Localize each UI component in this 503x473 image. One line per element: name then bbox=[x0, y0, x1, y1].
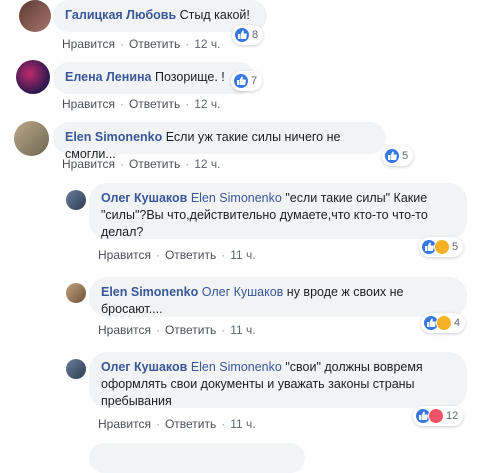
comment-actions: Нравится · Ответить · 12 ч. bbox=[62, 157, 221, 171]
timestamp[interactable]: 12 ч. bbox=[194, 37, 220, 51]
comment-text: Стыд какой! bbox=[179, 8, 250, 22]
reply-link[interactable]: Ответить bbox=[165, 323, 216, 337]
comment-author[interactable]: Elen Simonenko bbox=[65, 130, 162, 144]
reaction-number: 5 bbox=[452, 241, 459, 253]
reaction-count[interactable]: 8 bbox=[232, 25, 264, 45]
comment-actions: Нравится · Ответить · 11 ч. bbox=[98, 323, 256, 337]
love-reaction-icon bbox=[428, 408, 444, 424]
reaction-number: 8 bbox=[252, 29, 259, 41]
comment-bubble: Олег Кушаков Elen Simonenko "если такие … bbox=[89, 183, 467, 239]
like-link[interactable]: Нравится bbox=[62, 37, 115, 51]
like-link[interactable]: Нравится bbox=[98, 323, 151, 337]
like-link[interactable]: Нравится bbox=[62, 157, 115, 171]
reaction-number: 7 bbox=[251, 75, 258, 87]
reaction-count[interactable]: 12 bbox=[413, 406, 464, 426]
reaction-number: 4 bbox=[454, 317, 461, 329]
avatar[interactable] bbox=[66, 283, 86, 303]
comment-bubble-partial bbox=[89, 443, 305, 473]
haha-reaction-icon bbox=[436, 315, 452, 331]
reaction-count[interactable]: 7 bbox=[231, 71, 263, 91]
comment-author[interactable]: Олег Кушаков bbox=[101, 360, 187, 374]
reaction-count[interactable]: 5 bbox=[382, 146, 414, 166]
comment-actions: Нравится · Ответить · 11 ч. bbox=[98, 248, 256, 262]
avatar[interactable] bbox=[66, 359, 86, 379]
comment-text: Позорище. ! bbox=[154, 70, 225, 84]
comment-actions: Нравится · Ответить · 12 ч. bbox=[62, 97, 221, 111]
comment-bubble: Елена Ленина Позорище. ! bbox=[53, 62, 255, 94]
comment-author[interactable]: Елена Ленина bbox=[65, 70, 152, 84]
comment-author[interactable]: Олег Кушаков bbox=[101, 191, 187, 205]
avatar[interactable] bbox=[66, 190, 86, 210]
mention-link[interactable]: Elen Simonenko bbox=[191, 191, 282, 205]
reply-link[interactable]: Ответить bbox=[129, 157, 180, 171]
reply-link[interactable]: Ответить bbox=[129, 97, 180, 111]
timestamp[interactable]: 11 ч. bbox=[230, 323, 255, 337]
timestamp[interactable]: 11 ч. bbox=[230, 248, 255, 262]
comment-bubble: Elen Simonenko Если уж такие силы ничего… bbox=[53, 122, 386, 161]
mention-link[interactable]: Elen Simonenko bbox=[191, 360, 282, 374]
like-reaction-icon bbox=[234, 27, 250, 43]
comment-author[interactable]: Галицкая Любовь bbox=[65, 8, 176, 22]
reply-link[interactable]: Ответить bbox=[165, 417, 216, 431]
like-link[interactable]: Нравится bbox=[98, 417, 151, 431]
reaction-count[interactable]: 4 bbox=[421, 313, 466, 333]
avatar[interactable] bbox=[19, 0, 51, 32]
comment-bubble: Олег Кушаков Elen Simonenko "свои" должн… bbox=[89, 352, 467, 408]
timestamp[interactable]: 11 ч. bbox=[230, 417, 255, 431]
timestamp[interactable]: 12 ч. bbox=[194, 157, 220, 171]
reaction-number: 12 bbox=[446, 410, 459, 422]
timestamp[interactable]: 12 ч. bbox=[194, 97, 220, 111]
comment-author[interactable]: Elen Simonenko bbox=[101, 285, 198, 299]
wow-reaction-icon bbox=[434, 239, 450, 255]
comment-bubble: Elen Simonenko Олег Кушаков ну вроде ж с… bbox=[89, 277, 467, 317]
reaction-count[interactable]: 5 bbox=[419, 237, 464, 257]
avatar[interactable] bbox=[14, 121, 49, 156]
like-link[interactable]: Нравится bbox=[98, 248, 151, 262]
avatar[interactable] bbox=[16, 60, 50, 94]
reply-link[interactable]: Ответить bbox=[165, 248, 216, 262]
mention-link[interactable]: Олег Кушаков bbox=[202, 285, 284, 299]
like-link[interactable]: Нравится bbox=[62, 97, 115, 111]
reaction-number: 5 bbox=[402, 150, 409, 162]
comment-actions: Нравится · Ответить · 12 ч. bbox=[62, 37, 221, 51]
like-reaction-icon bbox=[384, 148, 400, 164]
comment-actions: Нравится · Ответить · 11 ч. bbox=[98, 417, 256, 431]
reply-link[interactable]: Ответить bbox=[129, 37, 180, 51]
like-reaction-icon bbox=[233, 73, 249, 89]
